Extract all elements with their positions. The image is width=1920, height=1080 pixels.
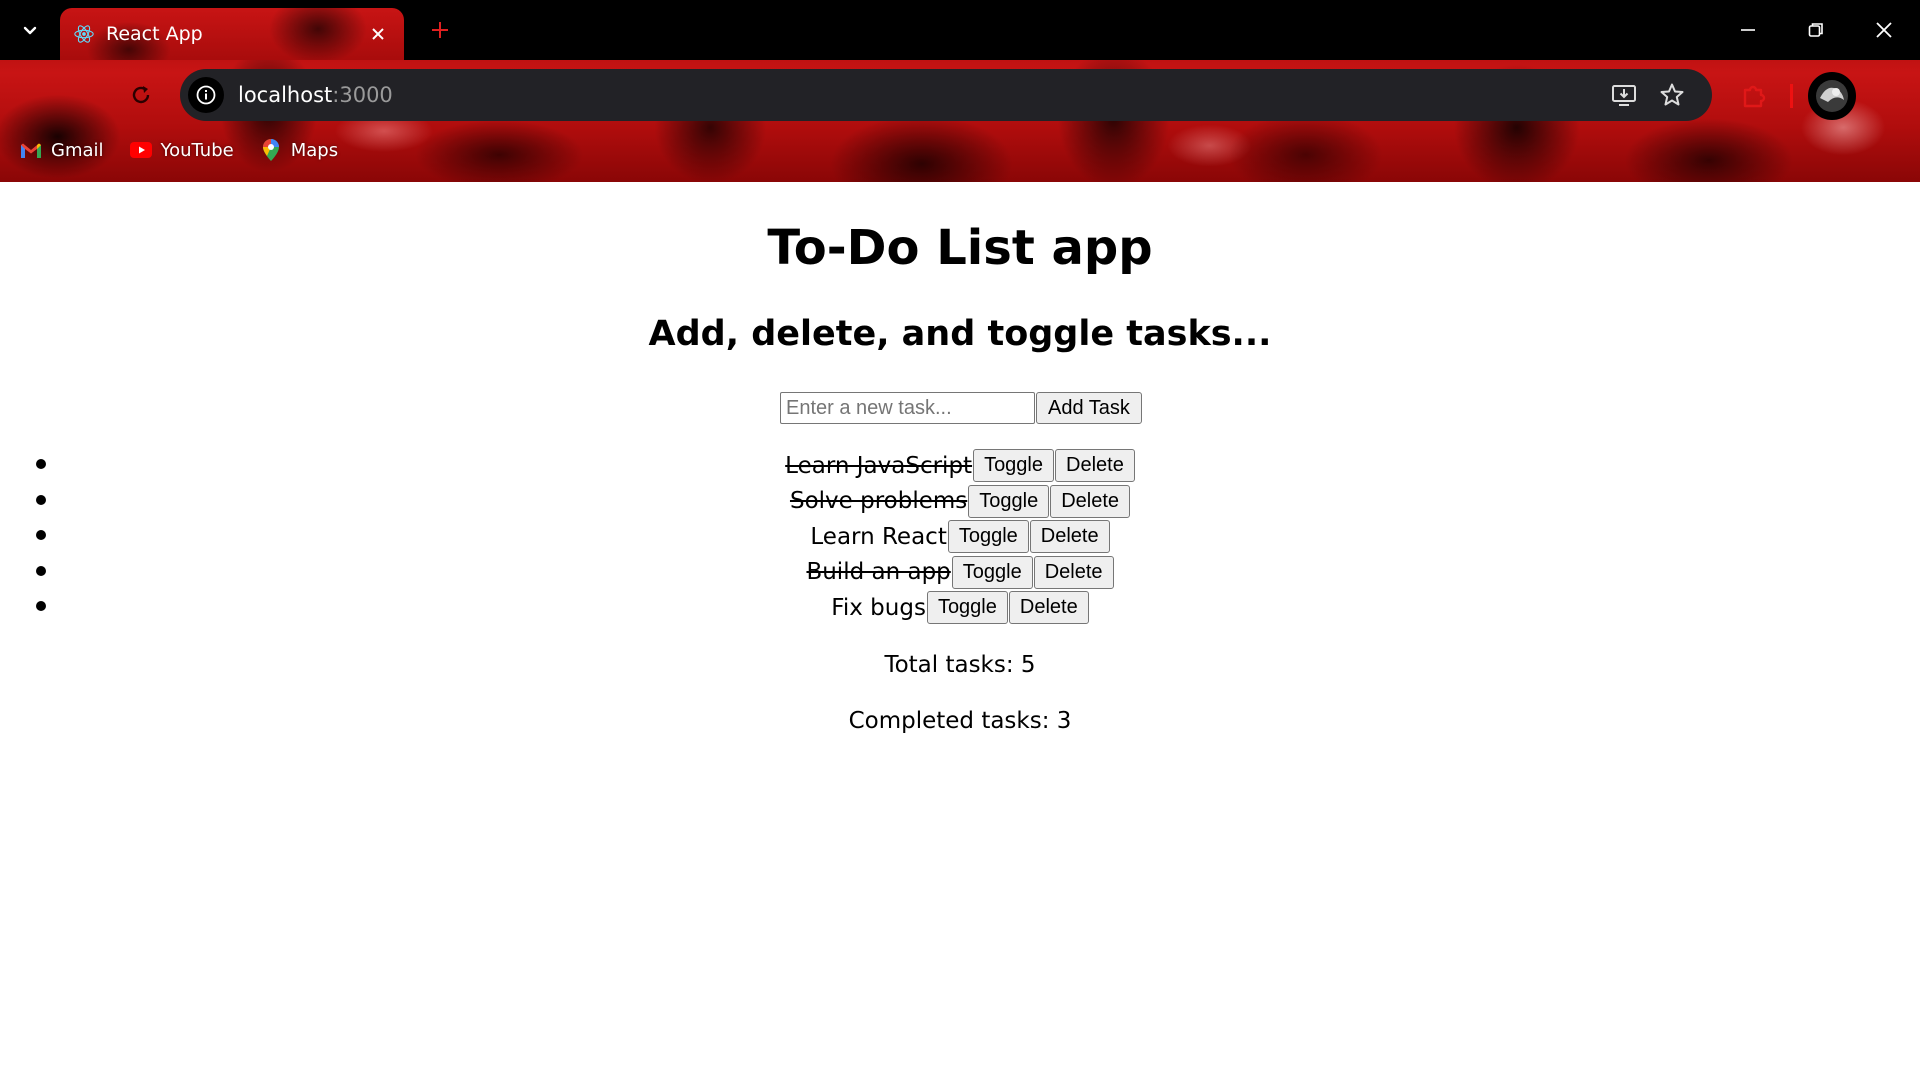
tab-react-app[interactable]: React App — [60, 8, 404, 60]
task-text: Learn JavaScript — [785, 452, 973, 479]
puzzle-icon — [1743, 85, 1766, 108]
toggle-button[interactable]: Toggle — [947, 520, 1029, 554]
url-text[interactable]: localhost:3000 — [238, 83, 393, 107]
restore-icon — [1808, 23, 1823, 37]
plus-icon — [432, 22, 448, 38]
tab-strip: React App — [0, 0, 1920, 60]
bookmark-label: YouTube — [160, 139, 234, 161]
list-bullet — [36, 459, 46, 469]
chevron-down-icon — [23, 26, 37, 35]
bookmark-youtube[interactable]: YouTube — [129, 134, 234, 166]
task-text: Solve problems — [789, 488, 968, 515]
task-text: Learn React — [810, 523, 947, 550]
gmail-icon — [20, 139, 42, 161]
add-task-button[interactable]: Add Task — [1036, 392, 1142, 424]
page-title: To-Do List app — [767, 220, 1153, 276]
task-item: Build an app Toggle Delete — [0, 555, 1920, 591]
tab-title: React App — [106, 23, 203, 45]
task-item: Learn React Toggle Delete — [0, 519, 1920, 555]
bookmark-label: Gmail — [51, 139, 104, 161]
install-app-icon[interactable] — [1608, 79, 1640, 111]
minimize-button[interactable] — [1720, 8, 1776, 52]
delete-button[interactable]: Delete — [1008, 591, 1089, 625]
minimize-icon — [1741, 29, 1755, 31]
toolbar: localhost:3000 — [0, 60, 1920, 130]
bookmark-gmail[interactable]: Gmail — [20, 134, 104, 166]
list-bullet — [36, 530, 46, 540]
list-bullet — [36, 494, 46, 505]
task-text: Build an app — [806, 559, 951, 586]
total-tasks-count: Total tasks: 5 — [884, 652, 1036, 678]
youtube-icon — [129, 139, 152, 161]
list-bullet — [36, 601, 46, 611]
completed-tasks-count: Completed tasks: 3 — [848, 708, 1072, 734]
avatar-icon — [1816, 80, 1848, 112]
toggle-button[interactable]: Toggle — [951, 555, 1033, 589]
toolbar-divider — [1790, 84, 1793, 108]
restore-button[interactable] — [1788, 8, 1844, 52]
tab-search-button[interactable] — [12, 12, 48, 48]
bookmarks-bar: Gmail YouTube Maps — [0, 130, 1920, 170]
page-content: To-Do List app Add, delete, and toggle t… — [0, 182, 1920, 1080]
delete-button[interactable]: Delete — [1029, 520, 1110, 554]
toggle-button[interactable]: Toggle — [968, 484, 1050, 518]
new-task-input[interactable] — [780, 392, 1035, 424]
close-icon — [1876, 22, 1892, 38]
address-bar[interactable]: localhost:3000 — [180, 69, 1712, 121]
page-subtitle: Add, delete, and toggle tasks... — [648, 314, 1272, 354]
reload-button[interactable] — [120, 74, 162, 116]
bookmark-star-icon[interactable] — [1656, 79, 1688, 111]
profile-avatar[interactable] — [1808, 72, 1856, 120]
list-bullet — [36, 565, 46, 576]
toggle-button[interactable]: Toggle — [926, 591, 1008, 625]
delete-button[interactable]: Delete — [1050, 484, 1131, 518]
new-tab-button[interactable] — [424, 14, 456, 46]
extensions-button[interactable] — [1736, 78, 1772, 114]
close-tab-icon[interactable] — [366, 22, 390, 46]
close-window-button[interactable] — [1856, 8, 1912, 52]
bookmark-label: Maps — [290, 139, 339, 161]
delete-button[interactable]: Delete — [1033, 555, 1114, 589]
task-item: Solve problems Toggle Delete — [0, 484, 1920, 520]
delete-button[interactable]: Delete — [1055, 449, 1135, 483]
react-icon — [72, 22, 96, 46]
bookmark-maps[interactable]: Maps — [260, 134, 338, 166]
maps-icon — [260, 139, 282, 161]
task-item: Fix bugs Toggle Delete — [0, 590, 1920, 626]
task-item: Learn JavaScript Toggle Delete — [0, 448, 1920, 484]
toggle-button[interactable]: Toggle — [973, 449, 1054, 483]
reload-icon — [132, 86, 150, 104]
site-info-icon[interactable] — [188, 77, 224, 113]
add-task-form: Add Task — [780, 392, 1142, 426]
browser-chrome: React App localhost:3000 Gmail YouTube M… — [0, 0, 1920, 182]
task-list: Learn JavaScript Toggle Delete Solve pro… — [0, 448, 1920, 626]
task-text: Fix bugs — [831, 594, 926, 621]
